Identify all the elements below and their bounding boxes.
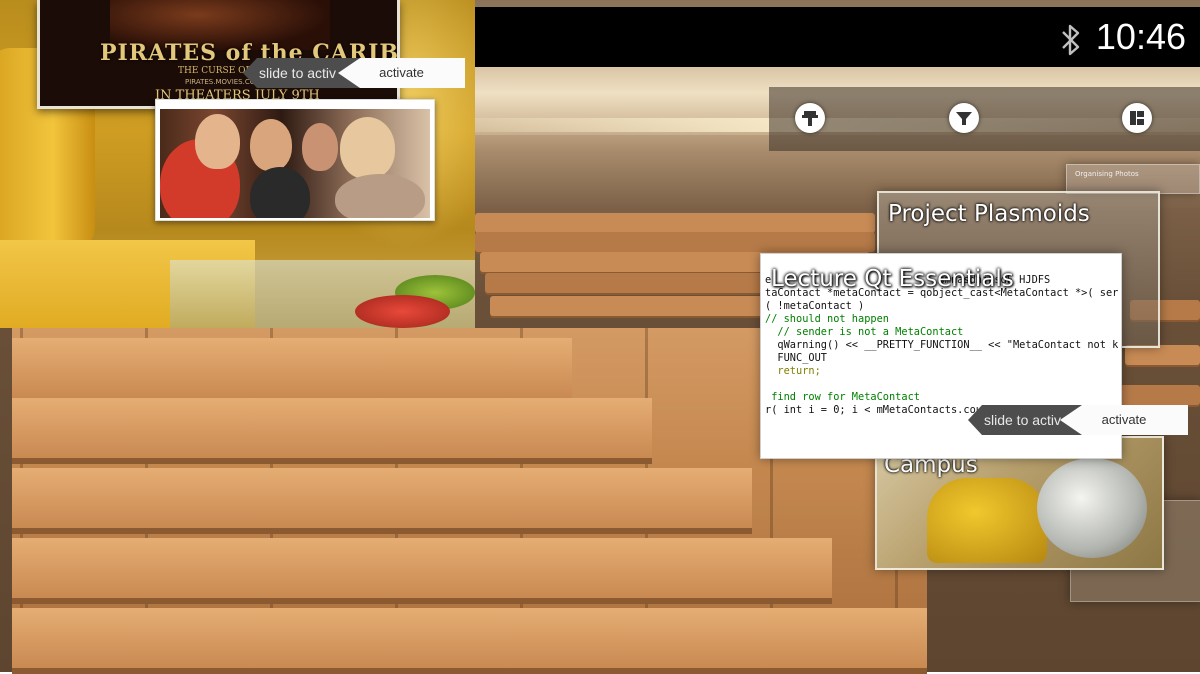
activate-handle[interactable]: activate: [338, 58, 465, 88]
code-line: // sender is not a MetaContact: [765, 326, 964, 338]
code-line: ( !metaContact ): [765, 300, 865, 312]
code-view: e smnasdhjksdF HJDFS taContact *metaCont…: [765, 274, 1118, 417]
ghost-activity-card[interactable]: Organising Photos: [1066, 164, 1200, 194]
code-line: find row for MetaContact: [765, 391, 920, 403]
activity-toolbar: [769, 87, 1200, 151]
seat-row: [12, 608, 927, 674]
slide-to-activate-lecture[interactable]: slide to activ activate: [968, 405, 1188, 435]
distant-seat-row: [475, 213, 875, 233]
seat-row: [12, 538, 832, 604]
code-line: qWarning() << __PRETTY_FUNCTION__ << "Me…: [765, 339, 1119, 351]
code-line: return;: [765, 365, 821, 377]
code-line: FUNC_OUT: [765, 352, 827, 364]
filter-icon: [956, 112, 972, 125]
activity-switch-button[interactable]: [1122, 103, 1152, 133]
distant-seat-row: [1120, 385, 1200, 405]
campus-chair-image: [927, 478, 1047, 563]
slide-to-activate-top[interactable]: slide to activ activate: [243, 58, 465, 88]
seat-row: [12, 398, 652, 464]
pin-button[interactable]: [795, 103, 825, 133]
pin-icon: [802, 111, 818, 126]
filter-button[interactable]: [949, 103, 979, 133]
activity-title: Project Plasmoids: [888, 201, 1090, 227]
living-room-inset: PIRATES of the CARIBBEAN THE CURSE OF TH…: [0, 0, 475, 328]
friends-photo[interactable]: [155, 99, 435, 221]
status-bar: 10:46: [475, 7, 1200, 67]
code-line: // should not happen: [765, 313, 889, 325]
seat-row: [12, 338, 572, 404]
seat-row: [12, 468, 752, 534]
person: [250, 119, 292, 171]
person: [335, 174, 425, 218]
movie-poster[interactable]: PIRATES of the CARIBBEAN THE CURSE OF TH…: [37, 0, 400, 109]
campus-bowl-image: [1037, 458, 1147, 558]
activity-switch-icon: [1130, 111, 1144, 125]
person: [340, 117, 395, 179]
person: [195, 114, 240, 169]
red-bowl: [355, 295, 450, 328]
clock: 10:46: [1095, 16, 1186, 57]
activity-title: Lecture Qt Essentials: [771, 266, 1014, 292]
activate-handle[interactable]: activate: [1060, 405, 1188, 435]
distant-seat-row: [1125, 345, 1200, 365]
photo-image: [160, 109, 430, 218]
distant-seat-row: [475, 232, 875, 252]
bluetooth-icon[interactable]: [1060, 23, 1082, 57]
person: [250, 167, 310, 218]
person: [302, 123, 338, 171]
